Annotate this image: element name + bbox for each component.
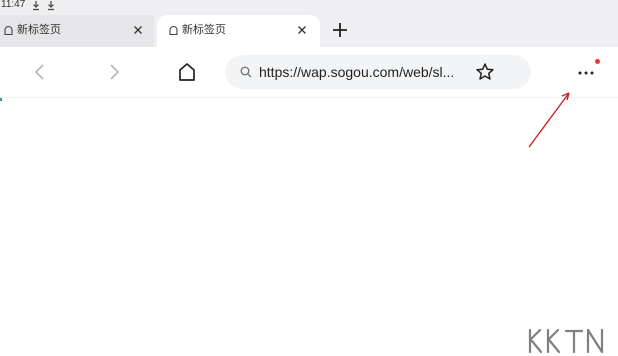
star-icon[interactable]: [475, 62, 495, 82]
address-url[interactable]: https://wap.sogou.com/web/sl...: [259, 64, 454, 80]
edge-marker: [0, 98, 2, 101]
tab-strip: 新标签页 新标签页: [0, 12, 618, 47]
chevron-right-icon[interactable]: [104, 62, 124, 82]
home-icon[interactable]: [176, 61, 198, 83]
tab-new-tab-2[interactable]: 新标签页: [157, 15, 320, 47]
tab-page-icon: [169, 25, 178, 36]
tab-label: 新标签页: [182, 24, 226, 36]
notification-dot: [595, 59, 600, 64]
plus-icon[interactable]: [331, 21, 349, 39]
download-icon: [33, 1, 39, 11]
status-bar: 11:47: [0, 0, 618, 12]
close-icon[interactable]: [132, 24, 144, 36]
tab-new-tab-1[interactable]: 新标签页: [0, 15, 154, 47]
address-bar[interactable]: https://wap.sogou.com/web/sl...: [225, 55, 531, 89]
tab-label: 新标签页: [17, 24, 61, 36]
browser-window: 11:47 新标签页 新标签页 https://wap.sogou.com/we…: [0, 0, 618, 356]
annotation-arrow: [528, 92, 570, 148]
status-time: 11:47: [1, 0, 26, 10]
watermark-logo: [528, 328, 604, 354]
menu-button[interactable]: [574, 59, 600, 83]
more-dots-icon: [578, 71, 594, 75]
search-icon: [240, 66, 252, 78]
download-icon: [48, 1, 54, 11]
chevron-left-icon[interactable]: [30, 62, 50, 82]
tab-page-icon: [4, 25, 13, 36]
close-icon[interactable]: [296, 24, 308, 36]
